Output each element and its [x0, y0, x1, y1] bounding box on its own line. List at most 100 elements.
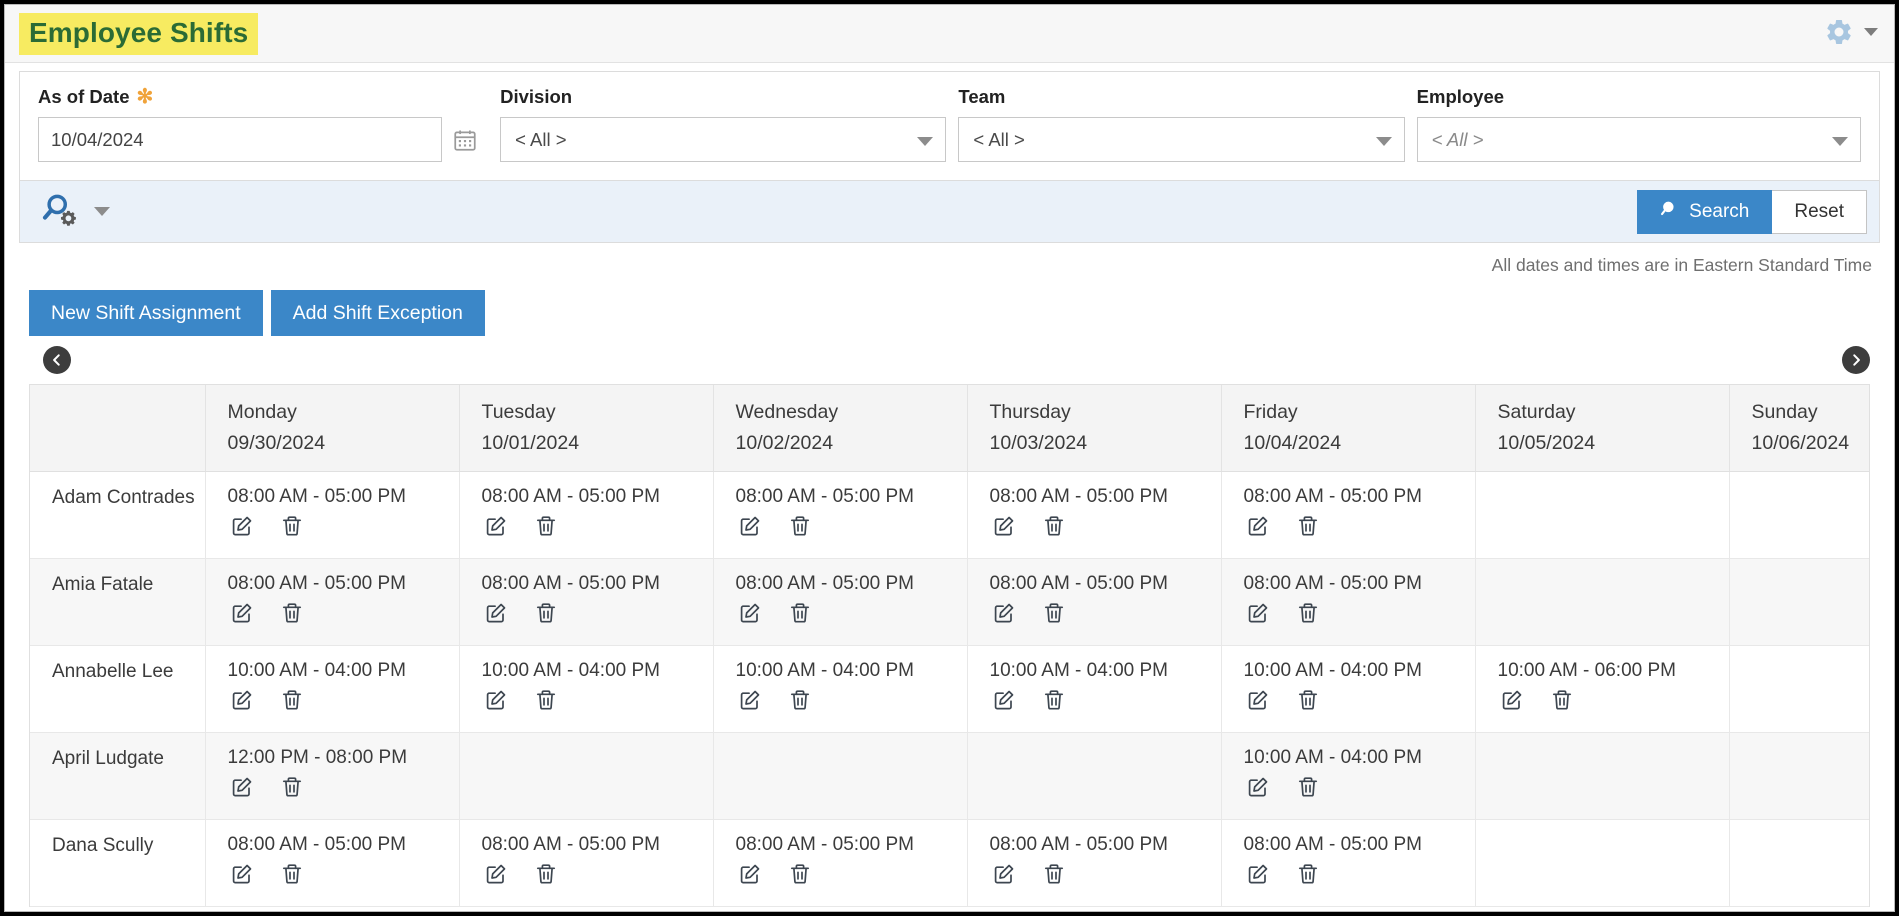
- shift-cell: 08:00 AM - 05:00 PM: [459, 819, 714, 907]
- edit-icon[interactable]: [738, 688, 762, 718]
- new-shift-assignment-button[interactable]: New Shift Assignment: [29, 290, 263, 336]
- chevron-left-circle-icon[interactable]: [43, 346, 71, 374]
- edit-icon[interactable]: [484, 601, 508, 631]
- shift-cell: 08:00 AM - 05:00 PM: [713, 819, 968, 907]
- trash-icon[interactable]: [1042, 688, 1066, 718]
- employee-select[interactable]: < All >: [1416, 117, 1861, 162]
- edit-icon[interactable]: [992, 688, 1016, 718]
- shift-actions: [736, 601, 967, 631]
- shift-actions: [228, 688, 459, 718]
- edit-icon[interactable]: [992, 514, 1016, 544]
- trash-icon[interactable]: [280, 775, 304, 805]
- page-title: Employee Shifts: [19, 13, 259, 56]
- edit-icon[interactable]: [230, 688, 254, 718]
- day-name: Saturday: [1497, 401, 1576, 423]
- search-settings-icon[interactable]: [42, 190, 80, 233]
- chevron-down-icon[interactable]: [1375, 136, 1392, 146]
- trash-icon[interactable]: [1296, 775, 1320, 805]
- shift-time: 08:00 AM - 05:00 PM: [735, 573, 915, 594]
- shift-time: 08:00 AM - 05:00 PM: [1243, 834, 1423, 855]
- edit-icon[interactable]: [230, 862, 254, 892]
- division-field: Division < All >: [500, 86, 947, 162]
- trash-icon[interactable]: [534, 862, 558, 892]
- shift-cell: 08:00 AM - 05:00 PM: [205, 558, 460, 646]
- division-selected-value: < All >: [515, 128, 567, 150]
- edit-icon[interactable]: [1246, 514, 1270, 544]
- trash-icon[interactable]: [1296, 688, 1320, 718]
- team-selected-value: < All >: [973, 128, 1025, 150]
- edit-icon[interactable]: [1246, 775, 1270, 805]
- chevron-down-icon[interactable]: [1831, 136, 1848, 146]
- employee-column-header: [30, 385, 206, 472]
- edit-icon[interactable]: [230, 601, 254, 631]
- edit-icon[interactable]: [230, 514, 254, 544]
- shift-actions: [736, 688, 967, 718]
- chevron-down-icon[interactable]: [917, 136, 934, 146]
- advanced-search-toggle[interactable]: [42, 190, 110, 233]
- shift-actions: [736, 514, 967, 544]
- shift-time: 08:00 AM - 05:00 PM: [989, 573, 1169, 594]
- trash-icon[interactable]: [534, 601, 558, 631]
- edit-icon[interactable]: [1246, 601, 1270, 631]
- edit-icon[interactable]: [230, 775, 254, 805]
- trash-icon[interactable]: [280, 601, 304, 631]
- shift-time: 08:00 AM - 05:00 PM: [1243, 486, 1423, 507]
- shift-actions: [990, 688, 1221, 718]
- chevron-down-icon[interactable]: [94, 207, 110, 216]
- table-row: Adam Contrades 08:00 AM - 05:00 PM 08:00 A…: [30, 471, 1869, 559]
- settings-menu[interactable]: [1824, 17, 1878, 47]
- trash-icon[interactable]: [1296, 862, 1320, 892]
- day-column-header-wednesday: Wednesday 10/02/2024: [713, 385, 968, 472]
- day-column-header-monday: Monday 09/30/2024: [205, 385, 460, 472]
- edit-icon[interactable]: [738, 514, 762, 544]
- edit-icon[interactable]: [738, 862, 762, 892]
- add-shift-exception-button[interactable]: Add Shift Exception: [270, 290, 485, 336]
- trash-icon[interactable]: [1550, 688, 1574, 718]
- calendar-icon[interactable]: [442, 117, 488, 162]
- shift-cell: [1729, 819, 1869, 907]
- trash-icon[interactable]: [280, 514, 304, 544]
- as-of-date-input[interactable]: [38, 117, 443, 162]
- schedule-table-wrapper: Monday 09/30/2024 Tuesday 10/01/2024 Wednesd…: [29, 384, 1870, 907]
- trash-icon[interactable]: [1042, 862, 1066, 892]
- reset-button[interactable]: Reset: [1772, 189, 1867, 234]
- shift-time: 10:00 AM - 04:00 PM: [735, 660, 915, 681]
- trash-icon[interactable]: [1296, 514, 1320, 544]
- week-pager: [29, 344, 1870, 384]
- trash-icon[interactable]: [280, 862, 304, 892]
- shift-actions: [990, 514, 1221, 544]
- trash-icon[interactable]: [534, 514, 558, 544]
- chevron-right-circle-icon[interactable]: [1842, 346, 1870, 374]
- trash-icon[interactable]: [788, 601, 812, 631]
- trash-icon[interactable]: [534, 688, 558, 718]
- edit-icon[interactable]: [992, 601, 1016, 631]
- trash-icon[interactable]: [280, 688, 304, 718]
- edit-icon[interactable]: [1246, 862, 1270, 892]
- shift-cell: 10:00 AM - 04:00 PM: [967, 645, 1222, 733]
- edit-icon[interactable]: [484, 688, 508, 718]
- division-select[interactable]: < All >: [500, 117, 947, 162]
- chevron-down-icon[interactable]: [1864, 28, 1878, 36]
- edit-icon[interactable]: [992, 862, 1016, 892]
- team-label: Team: [958, 86, 1006, 107]
- table-row: Dana Scully 08:00 AM - 05:00 PM 08:00 AM -…: [30, 819, 1869, 907]
- day-date: 10/05/2024: [1497, 432, 1596, 454]
- trash-icon[interactable]: [788, 862, 812, 892]
- edit-icon[interactable]: [484, 862, 508, 892]
- edit-icon[interactable]: [1246, 688, 1270, 718]
- schedule-table-body: Adam Contrades 08:00 AM - 05:00 PM 08:00 A…: [30, 471, 1869, 907]
- team-select[interactable]: < All >: [958, 117, 1405, 162]
- trash-icon[interactable]: [788, 514, 812, 544]
- trash-icon[interactable]: [788, 688, 812, 718]
- search-button[interactable]: Search: [1637, 189, 1773, 234]
- trash-icon[interactable]: [1296, 601, 1320, 631]
- trash-icon[interactable]: [1042, 514, 1066, 544]
- edit-icon[interactable]: [1500, 688, 1524, 718]
- day-date: 09/30/2024: [227, 432, 326, 454]
- edit-icon[interactable]: [484, 514, 508, 544]
- edit-icon[interactable]: [738, 601, 762, 631]
- gear-icon[interactable]: [1824, 17, 1854, 47]
- trash-icon[interactable]: [1042, 601, 1066, 631]
- shift-time: 08:00 AM - 05:00 PM: [481, 573, 661, 594]
- shift-cell: 12:00 PM - 08:00 PM: [205, 732, 460, 820]
